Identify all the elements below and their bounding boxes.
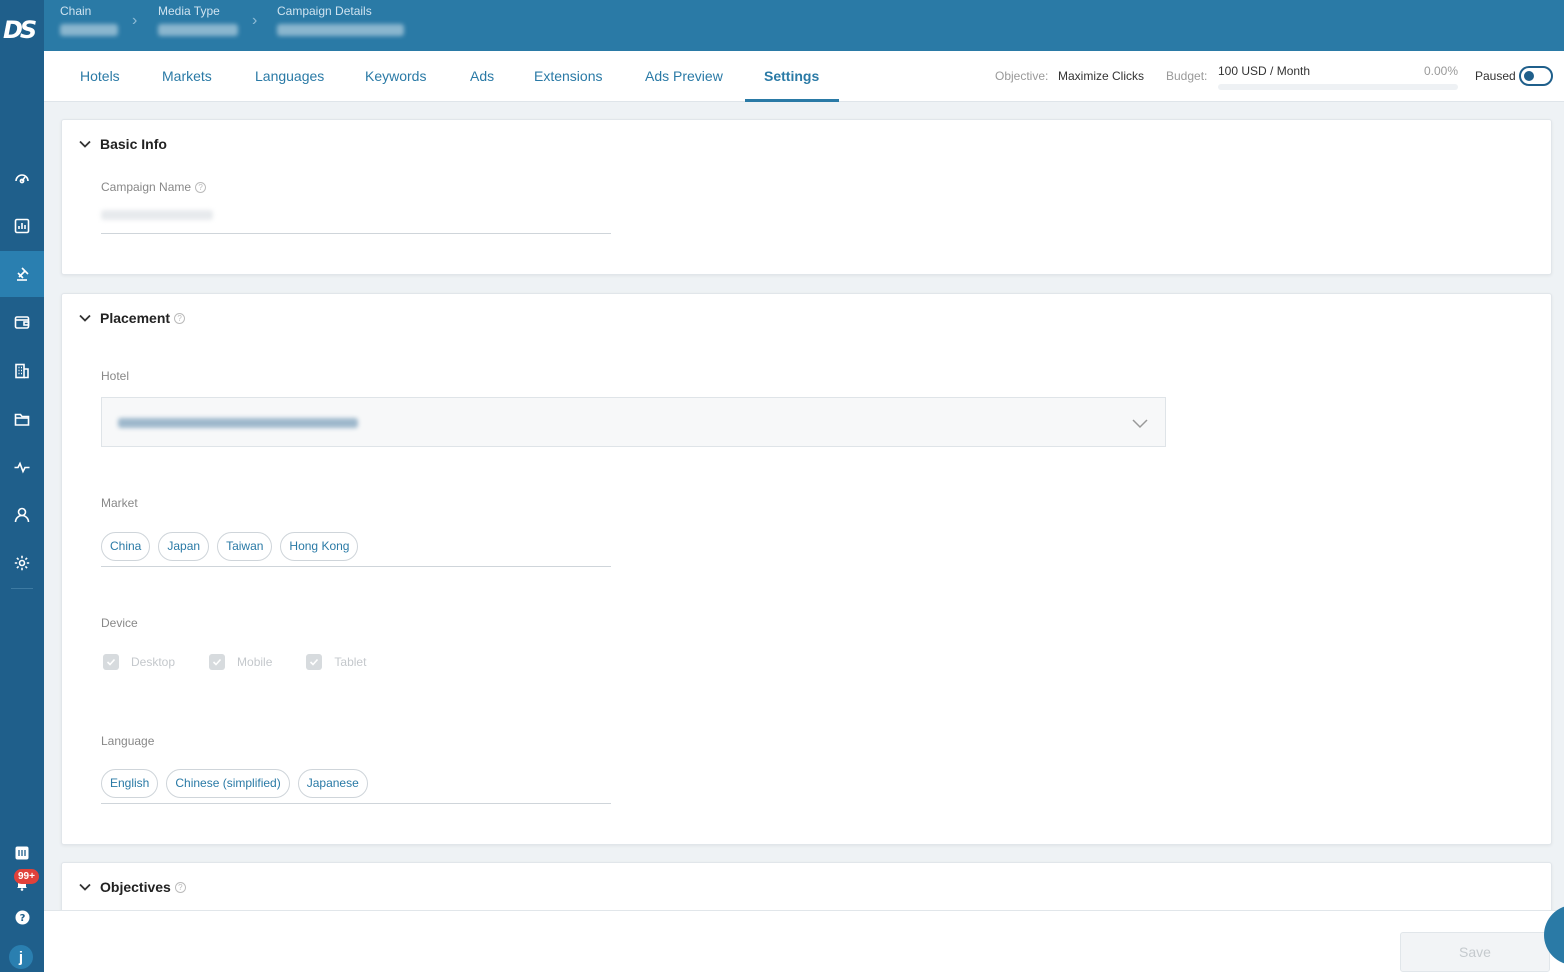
breadcrumb-label: Media Type — [158, 4, 220, 18]
breadcrumb-label: Chain — [60, 4, 92, 18]
sidebar-divider — [11, 588, 33, 589]
notification-badge[interactable]: 99+ — [14, 869, 39, 884]
chevron-right-icon: › — [252, 12, 258, 29]
user-icon[interactable] — [0, 492, 44, 538]
device-checkbox-desktop[interactable]: Desktop — [103, 654, 175, 670]
device-checkbox-tablet[interactable]: Tablet — [306, 654, 366, 670]
activity-icon[interactable] — [0, 444, 44, 490]
section-title: Objectives — [100, 879, 171, 895]
tab-bar: Hotels Markets Languages Keywords Ads Ex… — [44, 51, 1564, 102]
device-label-text: Mobile — [237, 655, 273, 669]
market-chip[interactable]: Hong Kong — [280, 532, 359, 561]
active-tab-indicator — [745, 99, 839, 102]
checkbox-checked-icon — [209, 654, 226, 670]
tab-extensions[interactable]: Extensions — [534, 51, 602, 102]
objective-value: Maximize Clicks — [1058, 69, 1145, 83]
language-chip[interactable]: Chinese (simplified) — [166, 769, 290, 798]
hotels-icon[interactable] — [0, 348, 44, 394]
status-label: Paused — [1475, 69, 1516, 83]
chevron-down-icon — [79, 883, 91, 891]
market-chip[interactable]: China — [101, 532, 151, 561]
footer-bar: Save — [44, 910, 1564, 972]
budget-value: 100 USD / Month — [1218, 64, 1311, 78]
language-field-underline — [101, 803, 611, 804]
campaign-name-value-redacted — [101, 210, 213, 220]
campaign-name-field[interactable] — [101, 206, 611, 234]
help-icon[interactable]: ? — [174, 881, 186, 893]
market-chips: China Japan Taiwan Hong Kong — [101, 532, 359, 561]
app-logo[interactable]: DS — [3, 16, 41, 46]
checkbox-checked-icon — [103, 654, 119, 670]
tab-keywords[interactable]: Keywords — [365, 51, 426, 102]
chevron-down-icon — [79, 140, 91, 148]
budget-label: Budget: — [1166, 69, 1208, 83]
tab-markets[interactable]: Markets — [162, 51, 212, 102]
device-label: Device — [101, 616, 138, 630]
wallet-icon[interactable] — [0, 299, 44, 345]
market-label: Market — [101, 496, 138, 510]
svg-text:?: ? — [19, 913, 25, 924]
market-chip[interactable]: Japan — [158, 532, 210, 561]
language-chip[interactable]: Japanese — [297, 769, 368, 798]
tab-settings[interactable]: Settings — [764, 51, 819, 102]
tab-ads-preview[interactable]: Ads Preview — [645, 51, 723, 102]
tab-ads[interactable]: Ads — [470, 51, 494, 102]
breadcrumb-value-redacted — [60, 24, 118, 36]
help-icon[interactable]: ? — [195, 182, 207, 194]
breadcrumb-value-redacted — [277, 24, 404, 36]
chevron-right-icon: › — [132, 12, 138, 29]
tab-languages[interactable]: Languages — [255, 51, 324, 102]
campaigns-icon[interactable] — [0, 251, 44, 297]
dashboard-icon[interactable] — [0, 155, 44, 201]
market-field-underline — [101, 566, 611, 567]
device-checkboxes: Desktop Mobile Tablet — [103, 654, 366, 670]
gear-icon[interactable] — [0, 540, 44, 586]
placement-header[interactable]: Placement ? — [78, 310, 186, 326]
section-title: Placement — [100, 310, 171, 326]
breadcrumb-label: Campaign Details — [277, 4, 372, 18]
campaign-name-label: Campaign Name? — [101, 180, 207, 194]
device-label-text: Tablet — [334, 655, 367, 669]
market-chip[interactable]: Taiwan — [217, 532, 273, 561]
hotel-select[interactable] — [101, 397, 1166, 447]
breadcrumb-media-type[interactable]: Media Type — [158, 4, 238, 36]
language-chip[interactable]: English — [101, 769, 159, 798]
field-label-text: Campaign Name — [101, 180, 192, 194]
language-chips: English Chinese (simplified) Japanese — [101, 769, 368, 798]
breadcrumb-value-redacted — [158, 24, 238, 36]
left-sidebar: DS 99+ ? j — [0, 0, 44, 972]
folder-icon[interactable] — [0, 396, 44, 442]
device-checkbox-mobile[interactable]: Mobile — [209, 654, 272, 670]
top-header: Chain › Media Type › Campaign Details — [44, 0, 1564, 51]
reports-icon[interactable] — [0, 203, 44, 249]
help-icon[interactable]: ? — [0, 908, 44, 926]
basic-info-header[interactable]: Basic Info — [78, 136, 167, 152]
campaign-status-toggle[interactable] — [1519, 66, 1553, 86]
budget-progress-bar — [1218, 84, 1458, 90]
toggle-knob — [1524, 71, 1534, 81]
apps-icon[interactable] — [0, 845, 44, 861]
objectives-header[interactable]: Objectives ? — [78, 879, 186, 895]
breadcrumb-campaign-details[interactable]: Campaign Details — [277, 4, 404, 36]
budget-percent: 0.00% — [1424, 64, 1459, 78]
user-avatar[interactable]: j — [9, 945, 33, 969]
checkbox-checked-icon — [306, 654, 323, 670]
hotel-label: Hotel — [101, 369, 130, 383]
basic-info-card: Basic Info Campaign Name? — [61, 119, 1552, 275]
chevron-down-icon — [79, 314, 91, 322]
tab-hotels[interactable]: Hotels — [80, 51, 120, 102]
objective-label: Objective: — [995, 69, 1049, 83]
breadcrumb-chain[interactable]: Chain — [60, 4, 118, 36]
language-label: Language — [101, 734, 155, 748]
save-button[interactable]: Save — [1400, 932, 1550, 972]
placement-card: Placement ? Hotel Market China Japan Tai… — [61, 293, 1552, 845]
section-title: Basic Info — [100, 136, 167, 152]
device-label-text: Desktop — [131, 655, 176, 669]
help-icon[interactable]: ? — [174, 312, 186, 324]
hotel-selection-redacted — [118, 418, 358, 428]
chevron-down-icon — [1132, 419, 1148, 429]
